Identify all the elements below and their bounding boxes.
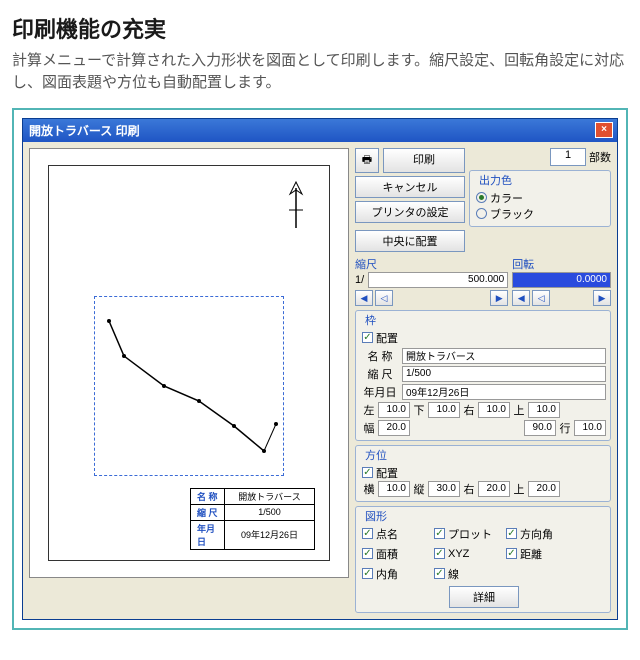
compass-icon — [283, 180, 309, 230]
cartouche: 名 称開放トラバース 縮 尺1/500 年月日09年12月26日 — [190, 488, 315, 550]
chk-xyz-label: XYZ — [448, 548, 469, 560]
scale-bar-left[interactable]: ◁ — [375, 290, 393, 306]
chk-distance[interactable]: 距離 — [506, 546, 568, 562]
frame-bottom-input[interactable] — [428, 402, 460, 418]
frame-date-label: 年月日 — [362, 384, 398, 400]
frame-group-label: 枠 — [362, 312, 379, 328]
scale-prefix: 1/ — [355, 274, 364, 286]
chk-xyz[interactable]: XYZ — [434, 546, 496, 562]
dir-h-label: 横 — [362, 481, 376, 497]
radio-black-label: ブラック — [490, 206, 534, 222]
page-outer: 名 称開放トラバース 縮 尺1/500 年月日09年12月26日 — [29, 148, 349, 578]
cartouche-name-label: 名 称 — [191, 488, 225, 504]
page-description: 計算メニューで計算された入力形状を図面として印刷します。縮尺設定、回転角設定に対… — [12, 50, 628, 94]
frame-left-input[interactable] — [378, 402, 410, 418]
rot-right-icon[interactable]: ▶ — [593, 290, 611, 306]
dir-r-input[interactable] — [478, 481, 510, 497]
cartouche-date-value: 09年12月26日 — [225, 520, 315, 549]
rot-bar-left[interactable]: ◁ — [532, 290, 550, 306]
frame-right-input[interactable] — [478, 402, 510, 418]
frame-row-label: 行 — [558, 420, 572, 436]
page-heading: 印刷機能の充実 — [12, 12, 628, 44]
chk-area[interactable]: 面積 — [362, 546, 424, 562]
selection-rect — [94, 296, 284, 476]
radio-color[interactable]: カラー — [476, 190, 606, 206]
copies-label: 部数 — [589, 149, 611, 165]
frame-place-label: 配置 — [376, 330, 398, 346]
scale-right-icon[interactable]: ▶ — [490, 290, 508, 306]
figure-group: 図形 点名 プロット 方向角 面積 XYZ 距離 内角 線 詳細 — [355, 506, 611, 613]
frame-name-label: 名 称 — [362, 348, 398, 364]
frame-top-input[interactable] — [528, 402, 560, 418]
dir-v-label: 縦 — [412, 481, 426, 497]
frame-row-input[interactable] — [574, 420, 606, 436]
close-icon[interactable]: × — [595, 122, 613, 138]
scale-group-label: 縮尺 — [355, 256, 508, 272]
frame-left-label: 左 — [362, 402, 376, 418]
rotation-input[interactable] — [512, 272, 611, 288]
center-button[interactable]: 中央に配置 — [355, 230, 465, 252]
frame-scale-input[interactable] — [402, 366, 606, 382]
frame-name-input[interactable] — [402, 348, 606, 364]
chk-line[interactable]: 線 — [434, 566, 496, 582]
frame-right-label: 右 — [462, 402, 476, 418]
direction-place-label: 配置 — [376, 465, 398, 481]
dir-t-input[interactable] — [528, 481, 560, 497]
cartouche-name-value: 開放トラバース — [225, 488, 315, 504]
cartouche-date-label: 年月日 — [191, 520, 225, 549]
print-dialog-window: 開放トラバース 印刷 × — [22, 118, 618, 620]
dir-r-label: 右 — [462, 481, 476, 497]
dir-h-input[interactable] — [378, 481, 410, 497]
printer-setup-button[interactable]: プリンタの設定 — [355, 201, 465, 223]
dir-v-input[interactable] — [428, 481, 460, 497]
page-inner: 名 称開放トラバース 縮 尺1/500 年月日09年12月26日 — [48, 165, 330, 561]
copies-select[interactable]: 1 — [550, 148, 586, 166]
output-color-label: 出力色 — [476, 172, 515, 188]
rotation-group-label: 回転 — [512, 256, 611, 272]
print-button[interactable]: 印刷 — [383, 148, 465, 173]
output-color-group: 出力色 カラー ブラック — [469, 170, 611, 227]
cartouche-scale-value: 1/500 — [225, 504, 315, 520]
chk-line-label: 線 — [448, 566, 459, 582]
scale-input[interactable] — [368, 272, 508, 288]
scale-left-icon[interactable]: ◀ — [355, 290, 373, 306]
chk-in-angle-label: 内角 — [376, 566, 398, 582]
chk-dir-angle[interactable]: 方向角 — [506, 526, 568, 542]
title-bar[interactable]: 開放トラバース 印刷 × — [23, 119, 617, 142]
dir-t-label: 上 — [512, 481, 526, 497]
chk-dir-angle-label: 方向角 — [520, 526, 553, 542]
chk-point-name-label: 点名 — [376, 526, 398, 542]
frame-scale-label: 縮 尺 — [362, 366, 398, 382]
frame-width-label: 幅 — [362, 420, 376, 436]
chk-plot[interactable]: プロット — [434, 526, 496, 542]
chk-distance-label: 距離 — [520, 546, 542, 562]
window-title: 開放トラバース 印刷 — [27, 122, 595, 139]
frame-group: 枠 配置 名 称 縮 尺 年月日 左 下 右 上 幅 行 — [355, 310, 611, 441]
print-preview: 名 称開放トラバース 縮 尺1/500 年月日09年12月26日 — [29, 148, 349, 613]
frame-place-checkbox[interactable]: 配置 — [362, 330, 606, 346]
frame-bottom-label: 下 — [412, 402, 426, 418]
chk-plot-label: プロット — [448, 526, 492, 542]
frame-top-label: 上 — [512, 402, 526, 418]
frame-date-input[interactable] — [402, 384, 606, 400]
frame-width-input[interactable] — [378, 420, 410, 436]
controls-panel: 🖶 印刷 キャンセル プリンタの設定 中央に配置 1 部数 出力色 カラー — [355, 148, 611, 613]
radio-black[interactable]: ブラック — [476, 206, 606, 222]
screenshot-frame: 開放トラバース 印刷 × — [12, 108, 628, 630]
figure-group-label: 図形 — [362, 508, 390, 524]
chk-in-angle[interactable]: 内角 — [362, 566, 424, 582]
frame-height-input[interactable] — [524, 420, 556, 436]
printer-icon[interactable]: 🖶 — [355, 148, 379, 173]
cancel-button[interactable]: キャンセル — [355, 176, 465, 198]
chk-point-name[interactable]: 点名 — [362, 526, 424, 542]
chk-area-label: 面積 — [376, 546, 398, 562]
radio-color-label: カラー — [490, 190, 523, 206]
direction-group: 方位 配置 横 縦 右 上 — [355, 445, 611, 502]
direction-group-label: 方位 — [362, 447, 390, 463]
details-button[interactable]: 詳細 — [449, 586, 519, 608]
rot-left-icon[interactable]: ◀ — [512, 290, 530, 306]
direction-place-checkbox[interactable]: 配置 — [362, 465, 606, 481]
cartouche-scale-label: 縮 尺 — [191, 504, 225, 520]
